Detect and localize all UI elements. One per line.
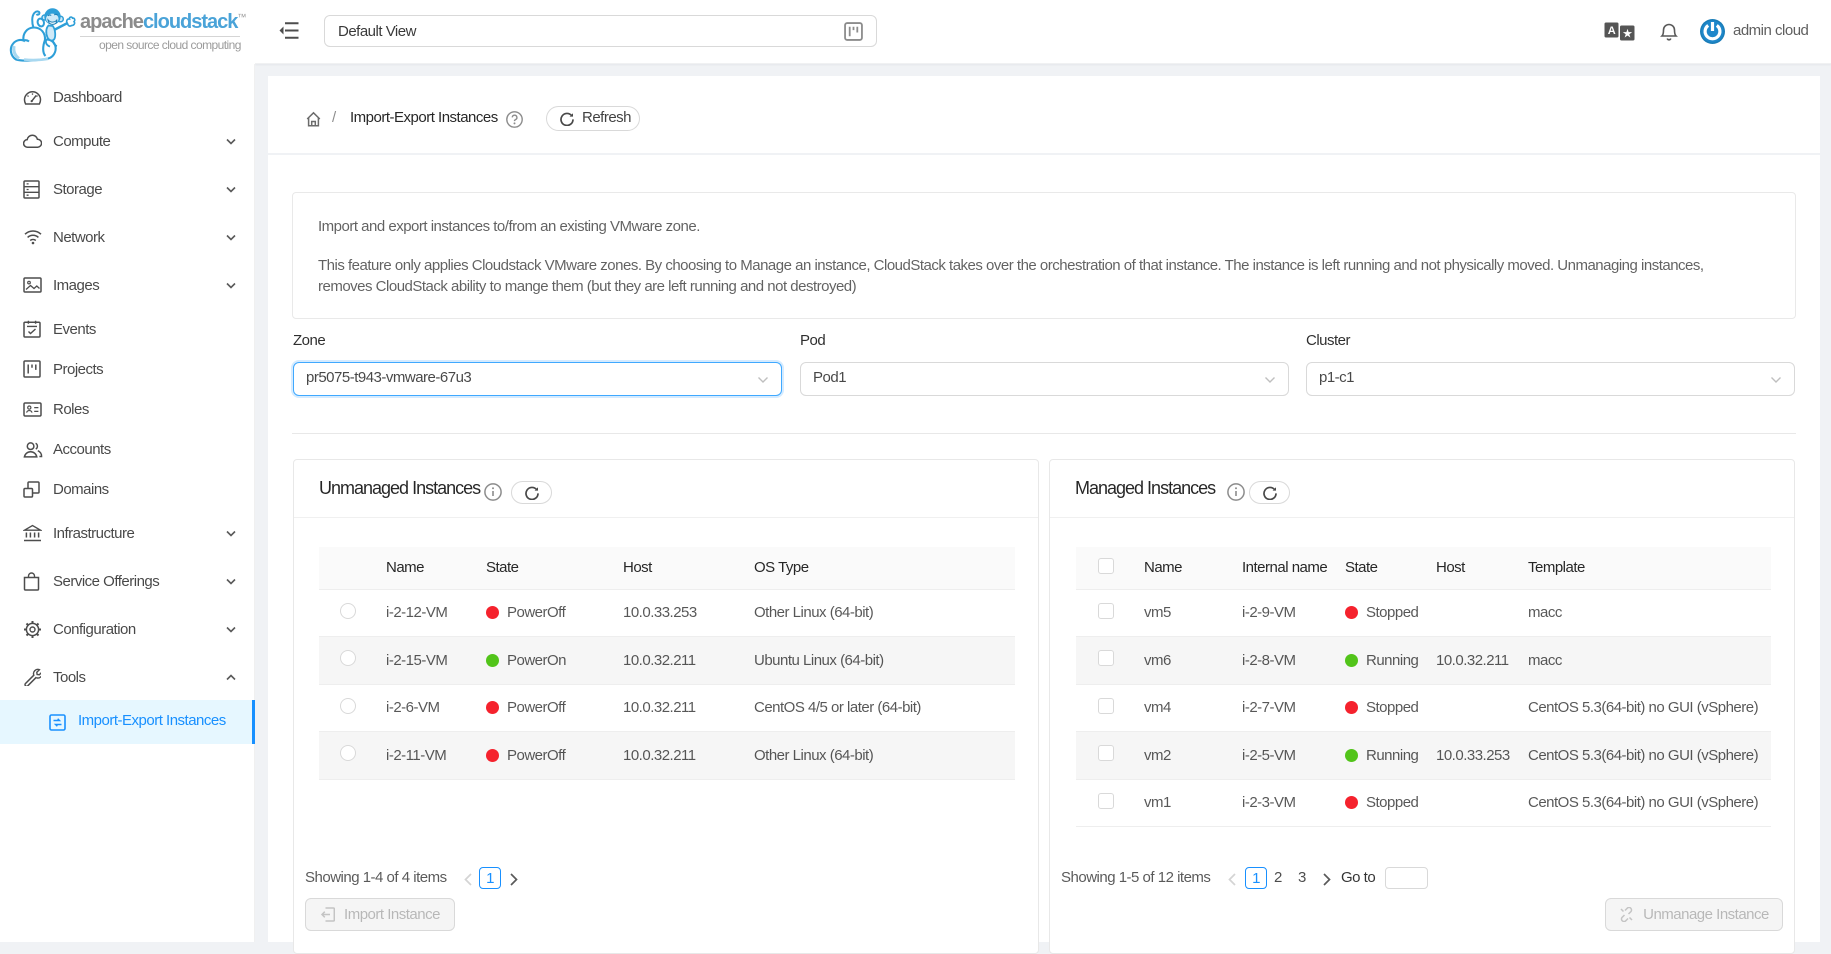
svg-text:★: ★ [1622,27,1632,41]
svg-text:A: A [1608,25,1616,37]
